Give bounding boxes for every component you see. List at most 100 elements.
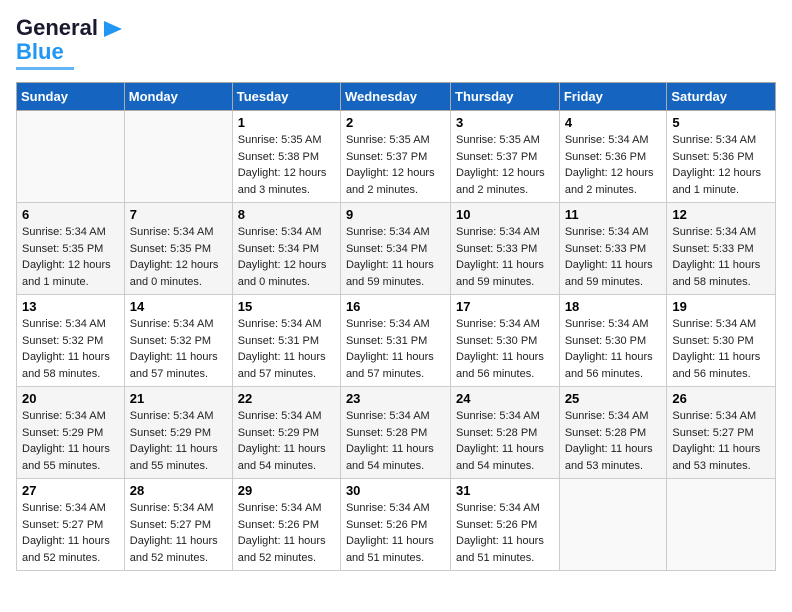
day-number: 28 — [130, 483, 227, 498]
day-number: 22 — [238, 391, 335, 406]
calendar-cell: 20 Sunrise: 5:34 AM Sunset: 5:29 PM Dayli… — [17, 387, 125, 479]
day-number: 12 — [672, 207, 770, 222]
column-header-saturday: Saturday — [667, 83, 776, 111]
day-number: 17 — [456, 299, 554, 314]
calendar-cell: 5 Sunrise: 5:34 AM Sunset: 5:36 PM Daylig… — [667, 111, 776, 203]
day-number: 8 — [238, 207, 335, 222]
day-detail: Sunrise: 5:34 AM Sunset: 5:27 PM Dayligh… — [130, 500, 227, 566]
calendar-cell: 4 Sunrise: 5:34 AM Sunset: 5:36 PM Daylig… — [559, 111, 667, 203]
calendar-cell: 27 Sunrise: 5:34 AM Sunset: 5:27 PM Dayli… — [17, 479, 125, 571]
day-detail: Sunrise: 5:34 AM Sunset: 5:33 PM Dayligh… — [565, 224, 662, 290]
day-detail: Sunrise: 5:34 AM Sunset: 5:30 PM Dayligh… — [672, 316, 770, 382]
day-number: 9 — [346, 207, 445, 222]
day-number: 29 — [238, 483, 335, 498]
column-header-thursday: Thursday — [451, 83, 560, 111]
day-number: 31 — [456, 483, 554, 498]
calendar-cell: 10Sunrise: 5:34 AM Sunset: 5:33 PM Dayli… — [451, 203, 560, 295]
day-detail: Sunrise: 5:34 AM Sunset: 5:35 PM Dayligh… — [130, 224, 227, 290]
day-detail: Sunrise: 5:34 AM Sunset: 5:27 PM Dayligh… — [672, 408, 770, 474]
day-detail: Sunrise: 5:34 AM Sunset: 5:28 PM Dayligh… — [456, 408, 554, 474]
calendar-cell: 11 Sunrise: 5:34 AM Sunset: 5:33 PM Dayli… — [559, 203, 667, 295]
day-detail: Sunrise: 5:35 AM Sunset: 5:37 PM Dayligh… — [456, 132, 554, 198]
calendar-cell: 7 Sunrise: 5:34 AM Sunset: 5:35 PM Daylig… — [124, 203, 232, 295]
calendar-cell — [559, 479, 667, 571]
day-number: 20 — [22, 391, 119, 406]
calendar-cell: 30 Sunrise: 5:34 AM Sunset: 5:26 PM Dayli… — [340, 479, 450, 571]
calendar-cell: 22 Sunrise: 5:34 AM Sunset: 5:29 PM Dayli… — [232, 387, 340, 479]
day-number: 2 — [346, 115, 445, 130]
day-detail: Sunrise: 5:34 AM Sunset: 5:34 PM Dayligh… — [238, 224, 335, 290]
day-number: 26 — [672, 391, 770, 406]
calendar-cell: 28 Sunrise: 5:34 AM Sunset: 5:27 PM Dayli… — [124, 479, 232, 571]
column-header-sunday: Sunday — [17, 83, 125, 111]
day-number: 21 — [130, 391, 227, 406]
day-number: 11 — [565, 207, 662, 222]
calendar-cell — [124, 111, 232, 203]
day-detail: Sunrise: 5:34 AM Sunset: 5:29 PM Dayligh… — [238, 408, 335, 474]
day-number: 18 — [565, 299, 662, 314]
calendar-cell: 25 Sunrise: 5:34 AM Sunset: 5:28 PM Dayli… — [559, 387, 667, 479]
calendar-week-row: 27 Sunrise: 5:34 AM Sunset: 5:27 PM Dayli… — [17, 479, 776, 571]
day-detail: Sunrise: 5:34 AM Sunset: 5:28 PM Dayligh… — [346, 408, 445, 474]
day-detail: Sunrise: 5:34 AM Sunset: 5:27 PM Dayligh… — [22, 500, 119, 566]
day-number: 15 — [238, 299, 335, 314]
calendar-week-row: 20 Sunrise: 5:34 AM Sunset: 5:29 PM Dayli… — [17, 387, 776, 479]
day-detail: Sunrise: 5:34 AM Sunset: 5:31 PM Dayligh… — [346, 316, 445, 382]
day-detail: Sunrise: 5:34 AM Sunset: 5:35 PM Dayligh… — [22, 224, 119, 290]
calendar-cell — [667, 479, 776, 571]
day-detail: Sunrise: 5:34 AM Sunset: 5:29 PM Dayligh… — [130, 408, 227, 474]
day-number: 30 — [346, 483, 445, 498]
calendar-cell: 2Sunrise: 5:35 AM Sunset: 5:37 PM Daylig… — [340, 111, 450, 203]
day-number: 4 — [565, 115, 662, 130]
page-header: General Blue — [16, 16, 776, 70]
calendar-cell: 19 Sunrise: 5:34 AM Sunset: 5:30 PM Dayli… — [667, 295, 776, 387]
day-detail: Sunrise: 5:34 AM Sunset: 5:33 PM Dayligh… — [456, 224, 554, 290]
day-detail: Sunrise: 5:34 AM Sunset: 5:26 PM Dayligh… — [346, 500, 445, 566]
calendar-cell: 24 Sunrise: 5:34 AM Sunset: 5:28 PM Dayli… — [451, 387, 560, 479]
calendar-cell: 9 Sunrise: 5:34 AM Sunset: 5:34 PM Daylig… — [340, 203, 450, 295]
day-detail: Sunrise: 5:34 AM Sunset: 5:36 PM Dayligh… — [672, 132, 770, 198]
day-number: 19 — [672, 299, 770, 314]
calendar-cell: 14Sunrise: 5:34 AM Sunset: 5:32 PM Dayli… — [124, 295, 232, 387]
calendar-cell: 12 Sunrise: 5:34 AM Sunset: 5:33 PM Dayli… — [667, 203, 776, 295]
day-number: 27 — [22, 483, 119, 498]
day-number: 7 — [130, 207, 227, 222]
calendar-cell: 29 Sunrise: 5:34 AM Sunset: 5:26 PM Dayli… — [232, 479, 340, 571]
day-number: 6 — [22, 207, 119, 222]
calendar-cell: 17 Sunrise: 5:34 AM Sunset: 5:30 PM Dayli… — [451, 295, 560, 387]
day-number: 3 — [456, 115, 554, 130]
logo-blue-text: Blue — [16, 40, 64, 64]
calendar-week-row: 1 Sunrise: 5:35 AM Sunset: 5:38 PM Daylig… — [17, 111, 776, 203]
day-number: 5 — [672, 115, 770, 130]
calendar-week-row: 6 Sunrise: 5:34 AM Sunset: 5:35 PM Daylig… — [17, 203, 776, 295]
day-detail: Sunrise: 5:34 AM Sunset: 5:32 PM Dayligh… — [22, 316, 119, 382]
day-detail: Sunrise: 5:34 AM Sunset: 5:30 PM Dayligh… — [456, 316, 554, 382]
calendar-cell: 18 Sunrise: 5:34 AM Sunset: 5:30 PM Dayli… — [559, 295, 667, 387]
day-detail: Sunrise: 5:34 AM Sunset: 5:28 PM Dayligh… — [565, 408, 662, 474]
day-number: 23 — [346, 391, 445, 406]
day-detail: Sunrise: 5:34 AM Sunset: 5:29 PM Dayligh… — [22, 408, 119, 474]
calendar-cell: 3 Sunrise: 5:35 AM Sunset: 5:37 PM Daylig… — [451, 111, 560, 203]
logo-underline — [16, 67, 74, 70]
day-detail: Sunrise: 5:34 AM Sunset: 5:33 PM Dayligh… — [672, 224, 770, 290]
day-number: 24 — [456, 391, 554, 406]
day-detail: Sunrise: 5:34 AM Sunset: 5:36 PM Dayligh… — [565, 132, 662, 198]
calendar-header-row: SundayMondayTuesdayWednesdayThursdayFrid… — [17, 83, 776, 111]
calendar-cell: 1 Sunrise: 5:35 AM Sunset: 5:38 PM Daylig… — [232, 111, 340, 203]
day-number: 13 — [22, 299, 119, 314]
day-detail: Sunrise: 5:34 AM Sunset: 5:32 PM Dayligh… — [130, 316, 227, 382]
day-number: 25 — [565, 391, 662, 406]
calendar-cell: 13 Sunrise: 5:34 AM Sunset: 5:32 PM Dayli… — [17, 295, 125, 387]
calendar-cell: 21 Sunrise: 5:34 AM Sunset: 5:29 PM Dayli… — [124, 387, 232, 479]
day-detail: Sunrise: 5:34 AM Sunset: 5:26 PM Dayligh… — [456, 500, 554, 566]
day-detail: Sunrise: 5:34 AM Sunset: 5:30 PM Dayligh… — [565, 316, 662, 382]
logo: General Blue — [16, 16, 122, 70]
calendar-table: SundayMondayTuesdayWednesdayThursdayFrid… — [16, 82, 776, 571]
day-detail: Sunrise: 5:35 AM Sunset: 5:38 PM Dayligh… — [238, 132, 335, 198]
day-detail: Sunrise: 5:34 AM Sunset: 5:26 PM Dayligh… — [238, 500, 335, 566]
logo-text: General — [16, 16, 122, 40]
day-number: 16 — [346, 299, 445, 314]
calendar-cell: 15Sunrise: 5:34 AM Sunset: 5:31 PM Dayli… — [232, 295, 340, 387]
day-detail: Sunrise: 5:34 AM Sunset: 5:34 PM Dayligh… — [346, 224, 445, 290]
day-number: 1 — [238, 115, 335, 130]
